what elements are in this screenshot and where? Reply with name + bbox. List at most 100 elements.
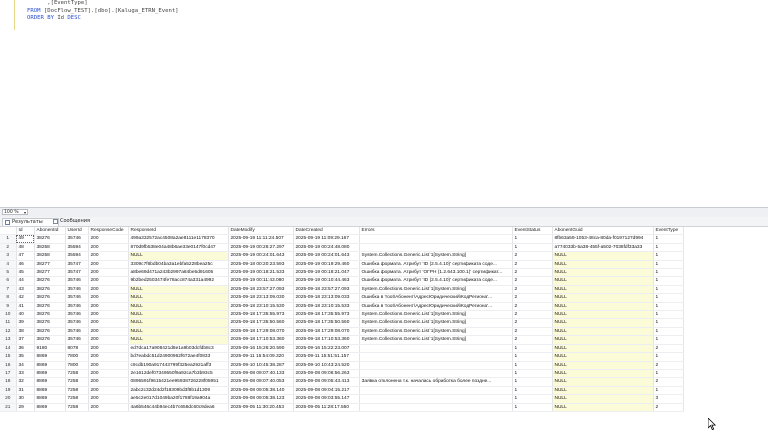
row-number[interactable]: 12 bbox=[0, 327, 17, 337]
table-cell[interactable]: 2025-09-19 00:10:44.463 bbox=[293, 276, 360, 286]
table-cell[interactable]: 35594 bbox=[65, 251, 89, 261]
row-number[interactable]: 14 bbox=[0, 344, 17, 354]
table-cell[interactable]: NULL bbox=[552, 344, 654, 354]
table-cell[interactable]: 1 bbox=[653, 327, 684, 337]
table-cell[interactable]: 2025-09-05 11:30:20.453 bbox=[228, 403, 294, 412]
table-row[interactable]: 2 48 38258 35594 200 870d9fb538e04a48b6ae33e0… bbox=[0, 243, 684, 253]
table-cell[interactable]: 2 bbox=[512, 293, 553, 303]
row-number[interactable]: 21 bbox=[0, 403, 17, 412]
table-cell[interactable]: 2 bbox=[653, 361, 684, 370]
chevron-down-icon[interactable]: ▾ bbox=[24, 210, 26, 216]
table-cell[interactable]: 870d9fb538e04a48b6ae33e0147f0cd47 bbox=[128, 243, 229, 253]
row-number[interactable]: 7 bbox=[0, 285, 17, 295]
table-row[interactable]: 6 44 38276 35746 200 9b2bed2503474fe78acc874a… bbox=[0, 276, 684, 286]
table-cell[interactable] bbox=[359, 386, 513, 396]
table-cell[interactable]: 2025-09-18 17:35:50.560 bbox=[293, 318, 360, 328]
table-cell[interactable]: 2025-09-08 09:05:38.140 bbox=[228, 386, 294, 396]
table-cell[interactable]: 38276 bbox=[34, 285, 66, 295]
table-row[interactable]: 5 45 38277 35747 200 a8be69d471a243b2997a84be… bbox=[0, 268, 684, 278]
table-cell[interactable]: 38276 bbox=[34, 335, 66, 345]
row-number[interactable]: 17 bbox=[0, 369, 17, 379]
table-cell[interactable]: 2025-09-08 09:03:55.147 bbox=[293, 394, 360, 404]
table-cell[interactable]: 8869 bbox=[34, 369, 66, 379]
table-cell[interactable]: 2 bbox=[512, 285, 553, 295]
table-cell[interactable]: 35747 bbox=[65, 260, 89, 270]
table-cell[interactable]: 200 bbox=[88, 310, 129, 320]
table-cell[interactable]: 2025-09-19 00:24:01.643 bbox=[293, 251, 360, 261]
table-cell[interactable]: 1 bbox=[653, 318, 684, 328]
results-grid[interactable]: Id AbonentId UserId ResponseCode ResponseId D… bbox=[0, 227, 768, 429]
table-cell[interactable]: NULL bbox=[552, 403, 654, 412]
table-cell[interactable]: 2 bbox=[512, 268, 553, 278]
table-cell[interactable]: 2 bbox=[512, 260, 553, 270]
table-cell[interactable]: 38276 bbox=[34, 302, 66, 312]
table-cell[interactable]: 7258 bbox=[65, 403, 89, 412]
table-cell[interactable]: 1 bbox=[653, 243, 684, 253]
table-cell[interactable]: 43 bbox=[16, 285, 35, 295]
table-cell[interactable]: 2025-09-19 00:19:29.460 bbox=[293, 260, 360, 270]
table-cell[interactable]: 1 bbox=[653, 276, 684, 286]
table-cell[interactable]: 200 bbox=[88, 377, 129, 387]
table-cell[interactable]: 200 bbox=[88, 386, 129, 396]
table-cell[interactable]: 2 bbox=[512, 318, 553, 328]
table-cell[interactable]: NULL bbox=[552, 285, 654, 295]
table-cell[interactable]: System.Collections.Generic.List`1[System… bbox=[359, 285, 513, 295]
table-cell[interactable]: NULL bbox=[552, 377, 654, 387]
column-header[interactable]: EventType bbox=[653, 227, 684, 236]
row-number[interactable]: 6 bbox=[0, 276, 17, 286]
row-number[interactable]: 1 bbox=[0, 234, 17, 244]
table-cell[interactable]: 2025-09-18 17:35:50.560 bbox=[228, 318, 294, 328]
table-cell[interactable]: 200 bbox=[88, 335, 129, 345]
table-cell[interactable]: 7800 bbox=[65, 352, 89, 362]
table-cell[interactable]: 2 bbox=[512, 335, 553, 345]
table-cell[interactable]: 2025-09-16 15:22:23.007 bbox=[293, 344, 360, 354]
table-cell[interactable]: 2025-09-10 10:45:38.287 bbox=[228, 361, 294, 370]
table-cell[interactable]: 35746 bbox=[65, 234, 89, 244]
code-line[interactable]: ,[EventType] bbox=[27, 0, 179, 8]
table-cell[interactable]: 200 bbox=[88, 243, 129, 253]
table-cell[interactable]: 46 bbox=[16, 260, 35, 270]
table-cell[interactable]: 2025-09-18 23:57:27.093 bbox=[228, 285, 294, 295]
table-cell[interactable]: 38276 bbox=[34, 234, 66, 244]
table-row[interactable]: 13 37 38276 35746 200 NULL 2025-09-18 17:10:53… bbox=[0, 335, 684, 345]
table-cell[interactable]: Ошибка формата. Атрибут 'ОГРН (1.2.643.1… bbox=[359, 268, 513, 278]
zoom-dropdown[interactable]: 100 % ▾ bbox=[2, 209, 28, 215]
table-cell[interactable]: 2abc2c32d24d2f18309bd3f8b1d1309 bbox=[128, 386, 229, 396]
table-cell[interactable]: 2025-09-05 11:28:17.550 bbox=[293, 403, 360, 412]
table-cell[interactable]: c9cdb190a917443799f325ea2921aff3 bbox=[128, 361, 229, 370]
table-cell[interactable]: 2 bbox=[512, 310, 553, 320]
table-cell[interactable]: 8869 bbox=[34, 377, 66, 387]
table-cell[interactable]: 35746 bbox=[65, 285, 89, 295]
table-cell[interactable]: 2025-09-18 17:35:55.973 bbox=[228, 310, 294, 320]
table-cell[interactable]: 35594 bbox=[65, 243, 89, 253]
table-cell[interactable]: 2025-09-08 09:07:40.133 bbox=[228, 369, 294, 379]
table-cell[interactable]: NULL bbox=[552, 327, 654, 337]
table-cell[interactable]: 2025-09-08 09:04:15.217 bbox=[293, 386, 360, 396]
row-number[interactable]: 13 bbox=[0, 335, 17, 345]
table-row[interactable]: 11 39 38276 35746 200 NULL 2025-09-18 17:35:50… bbox=[0, 318, 684, 328]
table-cell[interactable]: ed7dca17a908421d8e1a9b03dcfdb8c3 bbox=[128, 344, 229, 354]
table-cell[interactable]: 2025-09-19 00:11:43.080 bbox=[228, 276, 294, 286]
table-row[interactable]: 14 36 9180 8078 200 ed7dca17a908421d8e1a9b03d… bbox=[0, 344, 684, 354]
table-cell[interactable]: 8869 bbox=[34, 386, 66, 396]
table-cell[interactable] bbox=[359, 369, 513, 379]
table-cell[interactable]: 2025-09-16 15:26:20.590 bbox=[228, 344, 294, 354]
table-cell[interactable]: 35747 bbox=[65, 268, 89, 278]
table-cell[interactable]: 200 bbox=[88, 260, 129, 270]
table-cell[interactable]: 38 bbox=[16, 327, 35, 337]
table-cell[interactable]: 40 bbox=[16, 310, 35, 320]
table-row[interactable]: 17 33 8869 7258 200 2e1612def07349550f9a92ca7… bbox=[0, 369, 684, 379]
table-cell[interactable]: 35746 bbox=[65, 276, 89, 286]
column-header[interactable]: DateCreated bbox=[293, 227, 360, 236]
tab-messages[interactable]: Сообщения bbox=[51, 218, 104, 225]
table-cell[interactable]: 35 bbox=[16, 352, 35, 362]
table-cell[interactable]: NULL bbox=[128, 310, 229, 320]
table-cell[interactable]: 499a332572ac4508a2ae8111e1178370 bbox=[128, 234, 229, 244]
table-cell[interactable]: 2025-09-18 23:10:15.530 bbox=[228, 302, 294, 312]
table-cell[interactable]: NULL bbox=[128, 335, 229, 345]
column-header[interactable]: Id bbox=[16, 227, 35, 236]
table-cell[interactable]: 2025-09-18 17:35:55.973 bbox=[293, 310, 360, 320]
column-header[interactable]: Errors bbox=[359, 227, 513, 236]
table-cell[interactable]: 2025-09-18 17:29:08.070 bbox=[293, 327, 360, 337]
table-cell[interactable]: 38276 bbox=[34, 327, 66, 337]
